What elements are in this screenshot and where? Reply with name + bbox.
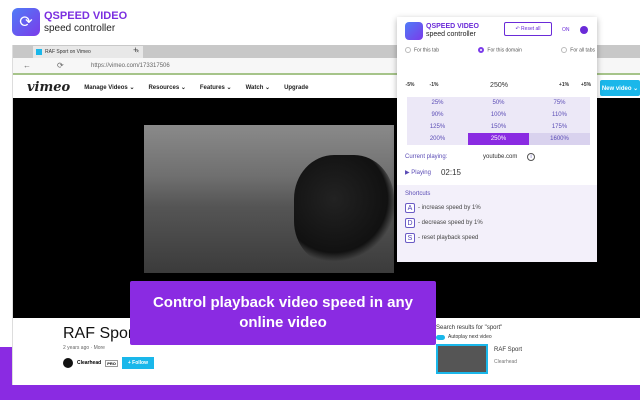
preset-button[interactable]: 110% <box>529 109 590 121</box>
current-site: youtube.com <box>483 154 518 160</box>
info-icon[interactable]: i <box>527 153 535 161</box>
preset-button[interactable]: 150% <box>468 121 529 133</box>
reset-all-button[interactable]: ↶ Reset all <box>504 22 552 36</box>
nav-watch[interactable]: Watch ⌄ <box>246 84 270 91</box>
preset-grid: 25% 50% 75% 90% 100% 110% 125% 150% 175%… <box>407 97 590 145</box>
power-toggle[interactable]: ON <box>562 24 588 35</box>
browser-tab[interactable]: RAF Sport on Vimeo × <box>33 46 143 58</box>
vimeo-favicon-icon <box>36 49 42 55</box>
current-playing: Current playing: youtube.com i <box>405 153 590 161</box>
shortcuts-panel: Shortcuts A- increase speed by 1% D- dec… <box>397 185 597 262</box>
channel-avatar[interactable] <box>63 358 73 368</box>
autoplay-label: Autoplay next video <box>448 334 492 340</box>
channel-name[interactable]: Clearhead <box>77 360 101 366</box>
related-channel: Clearhead <box>494 359 518 365</box>
toggle-knob <box>580 25 588 34</box>
nav-features[interactable]: Features ⌄ <box>200 84 232 91</box>
tab-title: RAF Sport on Vimeo <box>45 49 91 55</box>
app-logo-icon <box>405 22 423 40</box>
shortcut-item: D- decrease speed by 1% <box>405 218 589 228</box>
scope-selector: For this tab For this domain For all tab… <box>405 47 595 53</box>
toggle-label: ON <box>562 26 570 33</box>
decorative-band <box>0 385 640 400</box>
popup-subtitle: speed controller <box>426 31 476 38</box>
playback-time: 02:15 <box>440 168 462 177</box>
shortcut-desc: - reset playback speed <box>418 235 479 241</box>
preset-button[interactable]: 1600% <box>529 133 590 145</box>
nav-manage-videos[interactable]: Manage Videos ⌄ <box>84 84 134 91</box>
nav-upgrade[interactable]: Upgrade <box>284 85 308 91</box>
related-thumbnail[interactable] <box>436 344 488 374</box>
shortcut-item: S- reset playback speed <box>405 233 589 243</box>
url-input[interactable]: https://vimeo.com/173317506 <box>91 63 170 69</box>
minus-5-button[interactable]: -5% <box>397 75 423 95</box>
shortcut-key: A <box>405 203 415 213</box>
plus-1-button[interactable]: +1% <box>553 75 575 95</box>
reload-icon[interactable]: ⟳ <box>57 61 64 70</box>
popup-title: QSPEED VIDEO <box>426 23 479 30</box>
scope-domain[interactable]: For this domain <box>478 47 522 53</box>
preset-button[interactable]: 125% <box>407 121 468 133</box>
play-icon[interactable]: ▶ <box>405 170 410 176</box>
back-icon[interactable]: ← <box>23 61 31 70</box>
autoplay-toggle[interactable] <box>436 334 445 340</box>
new-video-button[interactable]: New video ⌄ <box>600 80 640 96</box>
preset-button[interactable]: 90% <box>407 109 468 121</box>
preset-button[interactable]: 175% <box>529 121 590 133</box>
pro-badge: PRO <box>105 359 118 367</box>
brand-subtitle: speed controller <box>44 23 116 34</box>
video-meta: 2 years ago · More <box>63 345 105 351</box>
preset-button-selected[interactable]: 250% <box>468 133 529 145</box>
speed-stepper: -5% -1% 250% +1% +5% <box>397 75 597 95</box>
extension-popup: QSPEED VIDEO speed controller ↶ Reset al… <box>397 17 597 262</box>
scope-tab[interactable]: For this tab <box>405 47 439 53</box>
cyclist-image <box>294 155 394 265</box>
related-title[interactable]: RAF Sport <box>494 344 522 356</box>
search-results-label: Search results for "sport" <box>436 325 503 331</box>
channel-info: Clearhead PRO + Follow <box>63 357 154 369</box>
preset-button[interactable]: 75% <box>529 97 590 109</box>
minus-1-button[interactable]: -1% <box>423 75 445 95</box>
brand-name: QSPEED VIDEO <box>44 10 128 22</box>
shortcut-item: A- increase speed by 1% <box>405 203 589 213</box>
new-tab-button[interactable]: + <box>133 45 138 55</box>
video-title: RAF Sport <box>63 325 138 342</box>
preset-button[interactable]: 50% <box>468 97 529 109</box>
follow-button[interactable]: + Follow <box>121 357 154 369</box>
status-label: Playing <box>411 170 431 176</box>
preset-button[interactable]: 200% <box>407 133 468 145</box>
shortcut-desc: - increase speed by 1% <box>418 205 481 211</box>
related-sidebar: Search results for "sport" Autoplay next… <box>436 325 522 374</box>
plus-5-button[interactable]: +5% <box>575 75 597 95</box>
shortcut-desc: - decrease speed by 1% <box>418 220 483 226</box>
app-logo-icon: ⟳ <box>12 8 40 36</box>
preset-button[interactable]: 25% <box>407 97 468 109</box>
nav-resources[interactable]: Resources ⌄ <box>148 84 185 91</box>
scope-all[interactable]: For all tabs <box>561 47 595 53</box>
playback-status: ▶ Playing 02:15 <box>405 168 461 177</box>
preset-button[interactable]: 100% <box>468 109 529 121</box>
promo-caption: Control playback video speed in any onli… <box>130 281 436 345</box>
speed-input[interactable]: 250% <box>445 75 553 95</box>
current-label: Current playing: <box>405 154 448 160</box>
shortcut-key: D <box>405 218 415 228</box>
shortcuts-title: Shortcuts <box>405 191 431 197</box>
vimeo-logo[interactable]: vimeo <box>27 80 70 95</box>
shortcut-key: S <box>405 233 415 243</box>
video-frame <box>144 125 394 273</box>
